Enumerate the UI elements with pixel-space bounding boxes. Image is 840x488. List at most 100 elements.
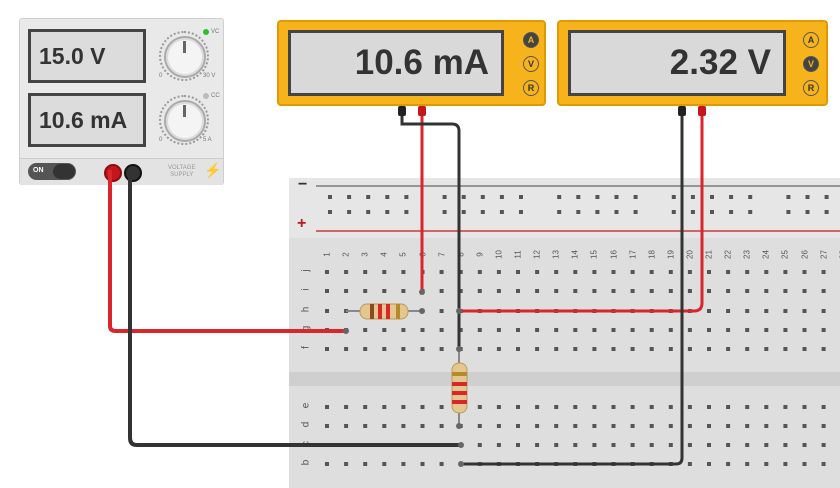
breadboard-hole	[516, 289, 520, 293]
breadboard-hole	[496, 270, 501, 274]
breadboard-hole	[726, 405, 731, 409]
wire-endpoint	[419, 289, 425, 295]
breadboard-hole	[325, 309, 329, 313]
breadboard-hole	[802, 424, 807, 428]
breadboard-hole	[420, 347, 425, 351]
rail-hole	[328, 195, 332, 199]
rail-hole	[328, 210, 332, 214]
resistor-1-band	[386, 304, 390, 319]
rail-hole	[671, 195, 676, 199]
breadboard-hole	[783, 462, 788, 466]
breadboard-hole	[649, 289, 654, 293]
breadboard-hole	[344, 424, 349, 428]
breadboard-hole	[783, 328, 788, 332]
breadboard-hole	[420, 405, 425, 409]
breadboard-hole	[668, 347, 673, 351]
breadboard-hole	[630, 405, 635, 409]
rail-hole	[614, 210, 619, 214]
breadboard-hole	[535, 424, 540, 428]
breadboard-hole	[573, 424, 578, 428]
breadboard-hole	[401, 289, 406, 293]
breadboard-hole	[707, 405, 711, 409]
rail-hole	[576, 195, 581, 199]
breadboard-hole	[611, 424, 616, 428]
breadboard-hole	[363, 424, 368, 428]
breadboard-hole	[535, 347, 540, 351]
breadboard-hole	[707, 424, 711, 428]
breadboard-hole	[439, 462, 444, 466]
resistor-1-band	[370, 304, 374, 319]
breadboard-hole	[363, 270, 368, 274]
breadboard-hole	[764, 462, 769, 466]
breadboard-hole	[611, 289, 616, 293]
breadboard-hole	[439, 347, 444, 351]
breadboard-hole	[707, 289, 711, 293]
breadboard-hole	[707, 443, 711, 447]
breadboard-hole	[535, 443, 540, 447]
breadboard-hole	[630, 289, 635, 293]
breadboard-hole	[477, 347, 482, 351]
breadboard-hole	[707, 270, 711, 274]
rail-hole	[748, 195, 753, 199]
breadboard-hole	[687, 424, 692, 428]
breadboard-hole	[496, 347, 501, 351]
breadboard-hole	[726, 462, 731, 466]
rail-hole	[595, 195, 600, 199]
rail-hole	[519, 210, 523, 214]
breadboard-hole	[439, 289, 444, 293]
breadboard-hole	[783, 347, 788, 351]
breadboard-hole	[707, 328, 711, 332]
breadboard-hole	[439, 328, 444, 332]
breadboard-hole	[764, 289, 769, 293]
breadboard-hole	[726, 347, 731, 351]
resistor-1-body	[359, 303, 409, 320]
resistor-2-band	[452, 400, 467, 404]
breadboard-hole	[325, 289, 329, 293]
breadboard-hole	[821, 405, 826, 409]
rail-hole	[710, 195, 714, 199]
breadboard-hole	[745, 405, 750, 409]
rail-hole	[729, 210, 734, 214]
rail-hole	[442, 195, 447, 199]
breadboard-hole	[821, 328, 826, 332]
breadboard-hole	[363, 289, 368, 293]
breadboard-hole	[592, 347, 597, 351]
breadboard-hole	[726, 289, 731, 293]
breadboard-hole	[382, 347, 387, 351]
breadboard-hole	[573, 405, 578, 409]
psu-positive-wire	[108, 170, 346, 333]
rail-hole	[366, 195, 371, 199]
breadboard-hole	[630, 328, 635, 332]
breadboard-hole	[325, 347, 329, 351]
breadboard-hole	[745, 270, 750, 274]
rail-hole	[385, 195, 390, 199]
breadboard-hole	[707, 462, 711, 466]
rail-hole	[366, 210, 371, 214]
breadboard-hole	[592, 424, 597, 428]
breadboard-hole	[573, 328, 578, 332]
rail-hole	[729, 195, 734, 199]
rail-hole	[824, 195, 829, 199]
breadboard-hole	[592, 270, 597, 274]
breadboard-hole	[707, 309, 711, 313]
breadboard-hole	[783, 270, 788, 274]
breadboard-hole	[401, 328, 406, 332]
breadboard-hole	[401, 347, 406, 351]
breadboard-hole	[439, 405, 444, 409]
breadboard-hole	[649, 270, 654, 274]
rail-hole	[805, 210, 810, 214]
wire-endpoint	[419, 308, 425, 314]
breadboard-hole	[611, 443, 616, 447]
breadboard-hole	[745, 328, 750, 332]
rail-hole	[824, 210, 829, 214]
breadboard-hole	[783, 309, 788, 313]
breadboard-hole	[764, 347, 769, 351]
breadboard-hole	[649, 347, 654, 351]
breadboard-hole	[401, 270, 406, 274]
breadboard-hole	[554, 270, 559, 274]
rail-hole	[690, 210, 695, 214]
resistor-2-band	[452, 372, 467, 376]
breadboard-hole	[496, 424, 501, 428]
breadboard-hole	[344, 347, 349, 351]
breadboard-hole	[439, 309, 444, 313]
